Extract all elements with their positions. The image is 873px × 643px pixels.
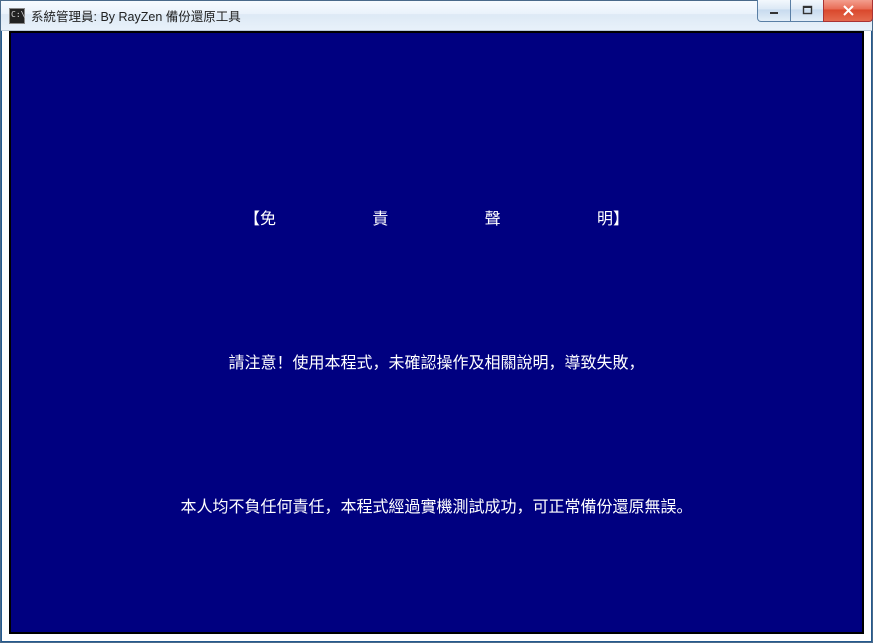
console-text: 【免 責 聲 明】 請注意！使用本程式，未確認操作及相關說明，導致失敗， 本人均… [11, 81, 862, 632]
title-bar[interactable]: 系統管理員: By RayZen 備份還原工具 [1, 1, 872, 31]
app-window: 系統管理員: By RayZen 備份還原工具 【免 [0, 0, 873, 643]
disclaimer-line-2: 本人均不負任何責任，本程式經過實機測試成功，可正常備份還原無誤。 [13, 495, 860, 519]
window-title: 系統管理員: By RayZen 備份還原工具 [31, 6, 241, 25]
client-area: 【免 責 聲 明】 請注意！使用本程式，未確認操作及相關說明，導致失敗， 本人均… [9, 31, 864, 634]
maximize-button[interactable] [790, 0, 824, 22]
window-controls [758, 0, 873, 22]
app-icon [9, 8, 25, 24]
minimize-icon [769, 5, 780, 16]
close-icon [842, 5, 855, 16]
close-button[interactable] [823, 0, 873, 22]
maximize-icon [802, 5, 813, 16]
console-output[interactable]: 【免 責 聲 明】 請注意！使用本程式，未確認操作及相關說明，導致失敗， 本人均… [11, 33, 862, 632]
minimize-button[interactable] [757, 0, 791, 22]
disclaimer-line-1: 請注意！使用本程式，未確認操作及相關說明，導致失敗， [13, 351, 860, 375]
disclaimer-heading: 【免 責 聲 明】 [13, 207, 860, 231]
